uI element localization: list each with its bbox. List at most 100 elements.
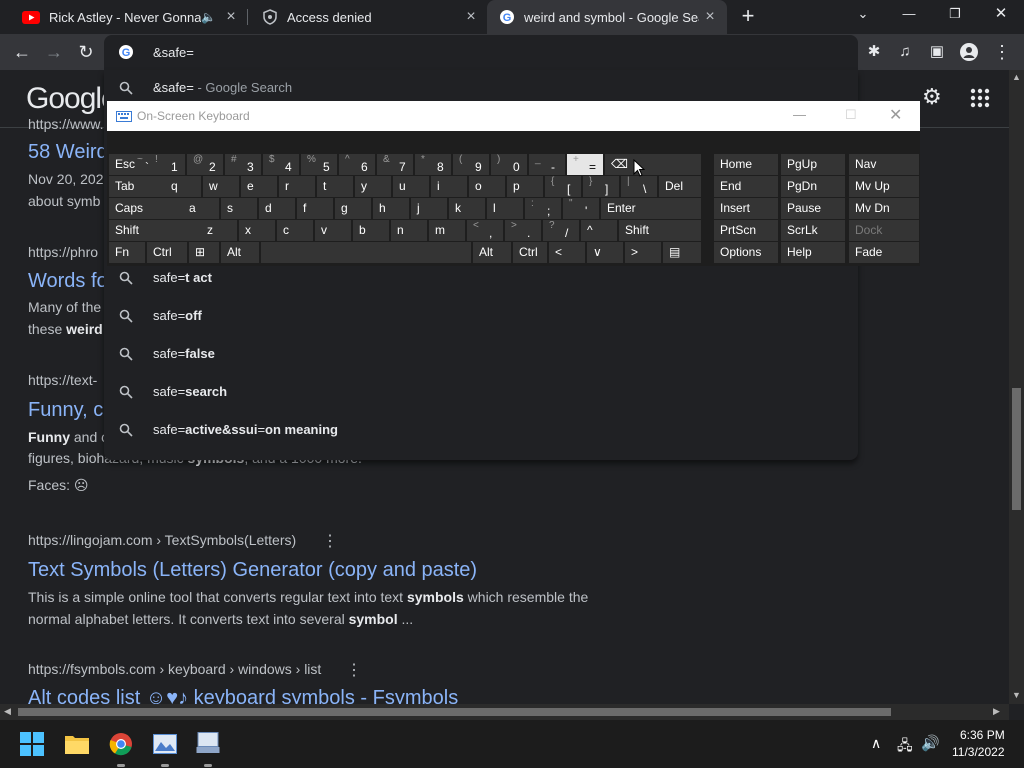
- osk-nav-key-insert[interactable]: Insert: [714, 198, 778, 219]
- osk-key-v[interactable]: v: [315, 220, 351, 241]
- osk-key-b[interactable]: b: [353, 220, 389, 241]
- osk-key-del[interactable]: Del: [659, 176, 701, 197]
- osk-key-<[interactable]: <: [549, 242, 585, 263]
- result-title-link[interactable]: Text Symbols (Letters) Generator (copy a…: [28, 559, 477, 582]
- tab-access-denied[interactable]: Access denied ×: [250, 0, 488, 34]
- osk-key-shift[interactable]: Shift: [619, 220, 701, 241]
- osk-nav-key-mv-dn[interactable]: Mv Dn: [849, 198, 919, 219]
- photos-app-icon[interactable]: [153, 734, 177, 754]
- osk-key-g[interactable]: g: [335, 198, 371, 219]
- scroll-left-arrow-icon[interactable]: ◀: [4, 706, 11, 717]
- osk-key-f[interactable]: f: [297, 198, 333, 219]
- network-icon[interactable]: 🖧: [897, 735, 913, 759]
- tab-search-chevron-icon[interactable]: ⌄: [840, 0, 886, 30]
- media-control-icon[interactable]: ♫: [891, 38, 919, 66]
- osk-key-d[interactable]: d: [259, 198, 295, 219]
- osk-key[interactable]: * 8: [415, 154, 451, 175]
- clock-time[interactable]: 6:36 PM: [960, 728, 1005, 742]
- close-tab-icon[interactable]: ×: [699, 8, 721, 26]
- osk-key-t[interactable]: t: [317, 176, 353, 197]
- osk-key[interactable]: % 5: [301, 154, 337, 175]
- osk-key[interactable]: :;: [525, 198, 561, 219]
- osk-nav-key-help[interactable]: Help: [781, 242, 845, 263]
- osk-key-u[interactable]: u: [393, 176, 429, 197]
- osk-key[interactable]: ^ 6: [339, 154, 375, 175]
- suggestion-item[interactable]: safe=off: [104, 298, 858, 336]
- osk-key-r[interactable]: r: [279, 176, 315, 197]
- result-title-link[interactable]: Alt codes list ☺♥♪ keyboard symbols - Fs…: [28, 687, 458, 704]
- side-panel-icon[interactable]: ▣: [923, 38, 951, 66]
- minimize-button[interactable]: —: [886, 0, 932, 30]
- horizontal-scrollbar[interactable]: ◀ ▶: [0, 704, 1009, 720]
- restore-button[interactable]: ❐: [932, 0, 978, 30]
- osk-key[interactable]: ! 1: [149, 154, 185, 175]
- osk-key-esc[interactable]: Esc ~ `: [109, 154, 149, 175]
- osk-nav-key-pgdn[interactable]: PgDn: [781, 176, 845, 197]
- osk-key[interactable]: ? /: [543, 220, 579, 241]
- result-title-link[interactable]: Funny, c: [28, 399, 103, 422]
- osk-app-icon[interactable]: [196, 732, 220, 754]
- scrollbar-thumb[interactable]: [1012, 388, 1021, 510]
- chrome-icon[interactable]: [109, 732, 133, 756]
- osk-key[interactable]: _ -: [529, 154, 565, 175]
- suggestion-item[interactable]: safe=active&ssui=on meaning: [104, 412, 858, 450]
- osk-nav-key-nav[interactable]: Nav: [849, 154, 919, 175]
- profile-avatar-icon[interactable]: [955, 38, 983, 66]
- forward-arrow-icon[interactable]: →: [40, 38, 68, 66]
- osk-key-e[interactable]: e: [241, 176, 277, 197]
- osk-key[interactable]: <,: [467, 220, 503, 241]
- osk-key-m[interactable]: m: [429, 220, 465, 241]
- scroll-right-arrow-icon[interactable]: ▶: [993, 706, 1000, 717]
- apps-grid-icon[interactable]: [970, 88, 990, 113]
- osk-nav-key-end[interactable]: End: [714, 176, 778, 197]
- result-title-link[interactable]: 58 Weird: [28, 141, 108, 164]
- osk-key-c[interactable]: c: [277, 220, 313, 241]
- settings-gear-icon[interactable]: ⚙: [922, 84, 942, 110]
- osk-close-button[interactable]: ✕: [889, 105, 902, 125]
- osk-key-l[interactable]: l: [487, 198, 523, 219]
- osk-key[interactable]: {[: [545, 176, 581, 197]
- extensions-puzzle-icon[interactable]: ✱: [860, 38, 888, 66]
- osk-key-a[interactable]: a: [183, 198, 219, 219]
- osk-key-i[interactable]: i: [431, 176, 467, 197]
- osk-nav-key-pgup[interactable]: PgUp: [781, 154, 845, 175]
- osk-nav-key-fade[interactable]: Fade: [849, 242, 919, 263]
- osk-key-n[interactable]: n: [391, 220, 427, 241]
- osk-key-alt[interactable]: Alt: [221, 242, 259, 263]
- osk-key[interactable]: @2: [187, 154, 223, 175]
- osk-key[interactable]: ) 0: [491, 154, 527, 175]
- address-bar-text[interactable]: &safe=: [153, 45, 194, 60]
- more-options-icon[interactable]: ⋮: [322, 531, 338, 551]
- osk-key-⌫[interactable]: ⌫: [605, 154, 701, 175]
- osk-key-ctrl[interactable]: Ctrl: [147, 242, 187, 263]
- osk-key-s[interactable]: s: [221, 198, 257, 219]
- osk-key[interactable]: }]: [583, 176, 619, 197]
- osk-key-ctrl[interactable]: Ctrl: [513, 242, 547, 263]
- osk-key[interactable]: | \: [621, 176, 657, 197]
- suggestion-item[interactable]: safe=false: [104, 336, 858, 374]
- osk-key[interactable]: $4: [263, 154, 299, 175]
- osk-title-bar[interactable]: On-Screen Keyboard — ☐ ✕: [107, 101, 920, 131]
- more-options-icon[interactable]: ⋮: [346, 660, 362, 680]
- address-bar[interactable]: G &safe=: [104, 35, 858, 70]
- scroll-down-arrow-icon[interactable]: ▼: [1012, 690, 1021, 700]
- osk-nav-key-home[interactable]: Home: [714, 154, 778, 175]
- osk-key-p[interactable]: p: [507, 176, 543, 197]
- chrome-menu-icon[interactable]: ⋮: [988, 38, 1016, 66]
- osk-minimize-button[interactable]: —: [793, 107, 806, 122]
- reload-icon[interactable]: ↻: [72, 38, 100, 66]
- scroll-up-arrow-icon[interactable]: ▲: [1012, 72, 1021, 82]
- osk-key-h[interactable]: h: [373, 198, 409, 219]
- osk-key-o[interactable]: o: [469, 176, 505, 197]
- close-tab-icon[interactable]: ×: [460, 8, 482, 26]
- osk-key-alt[interactable]: Alt: [473, 242, 511, 263]
- tab-rick-astley[interactable]: Rick Astley - Never Gonna Give You Up 🔈 …: [10, 0, 248, 34]
- osk-key->[interactable]: >: [625, 242, 661, 263]
- clock-date[interactable]: 11/3/2022: [952, 745, 1005, 759]
- osk-key-k[interactable]: k: [449, 198, 485, 219]
- windows-start-icon[interactable]: [20, 732, 44, 756]
- osk-key-w[interactable]: w: [203, 176, 239, 197]
- osk-key[interactable]: (9: [453, 154, 489, 175]
- osk-key[interactable]: & 7: [377, 154, 413, 175]
- osk-maximize-button[interactable]: ☐: [845, 107, 857, 123]
